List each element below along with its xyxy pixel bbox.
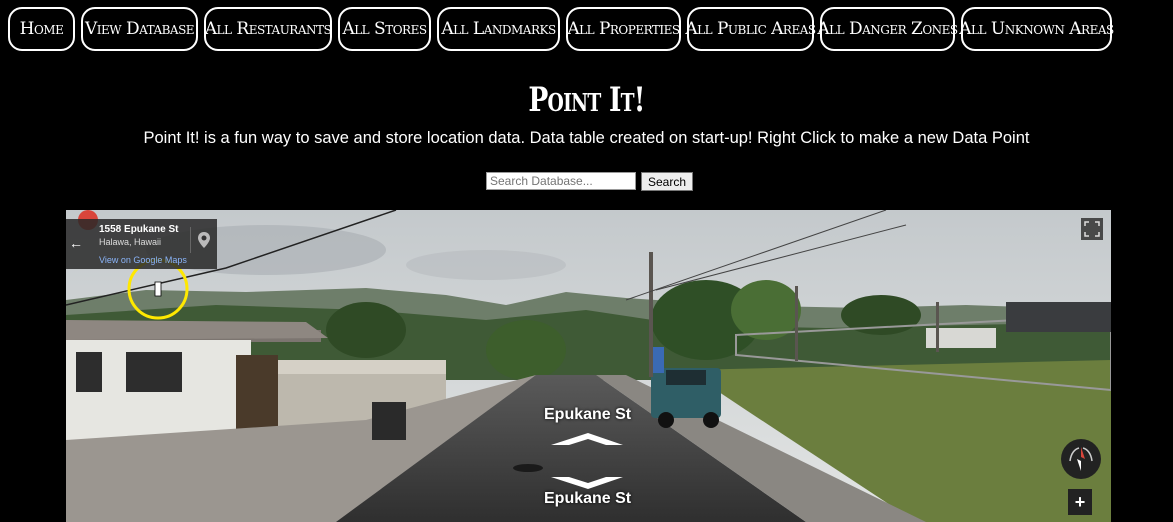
zoom-in-button[interactable]: + xyxy=(1068,489,1092,515)
map-pin-icon[interactable] xyxy=(190,227,217,253)
location-info-card: ← 1558 Epukane St Halawa, Hawaii View on… xyxy=(66,219,217,269)
back-arrow-icon[interactable]: ← xyxy=(69,235,83,251)
nav-all-danger-zones-button[interactable]: All Danger Zones xyxy=(817,7,958,51)
nav-home-button[interactable]: Home xyxy=(8,7,75,51)
page-title: Point It! xyxy=(528,80,645,120)
nav-all-unknown-areas-button[interactable]: All Unknown Areas xyxy=(959,7,1114,51)
location-address: 1558 Epukane St xyxy=(99,224,179,235)
nav-all-landmarks-button[interactable]: All Landmarks xyxy=(437,7,560,51)
fullscreen-icon[interactable] xyxy=(1081,218,1103,240)
nav-all-restaurants-button[interactable]: All Restaurants xyxy=(204,7,332,51)
street-label-back[interactable]: Epukane St xyxy=(544,490,631,508)
street-view-map[interactable]: ← 1558 Epukane St Halawa, Hawaii View on… xyxy=(66,210,1111,522)
nav-all-stores-button[interactable]: All Stores xyxy=(338,7,431,51)
nav-all-properties-button[interactable]: All Properties xyxy=(566,7,681,51)
search-input[interactable] xyxy=(486,172,636,190)
search-bar: Search xyxy=(486,172,694,191)
compass-icon[interactable] xyxy=(1061,439,1101,479)
nav-all-public-areas-button[interactable]: All Public Areas xyxy=(685,7,816,51)
view-on-google-maps-link[interactable]: View on Google Maps xyxy=(99,255,187,265)
page-subtitle: Point It! is a fun way to save and store… xyxy=(143,129,1030,147)
street-view-scene xyxy=(66,210,1111,522)
top-nav: Home View Database All Restaurants All S… xyxy=(8,7,1114,51)
street-label-forward[interactable]: Epukane St xyxy=(544,406,631,424)
search-button[interactable]: Search xyxy=(641,172,694,191)
location-city: Halawa, Hawaii xyxy=(99,237,162,247)
nav-view-database-button[interactable]: View Database xyxy=(81,7,198,51)
